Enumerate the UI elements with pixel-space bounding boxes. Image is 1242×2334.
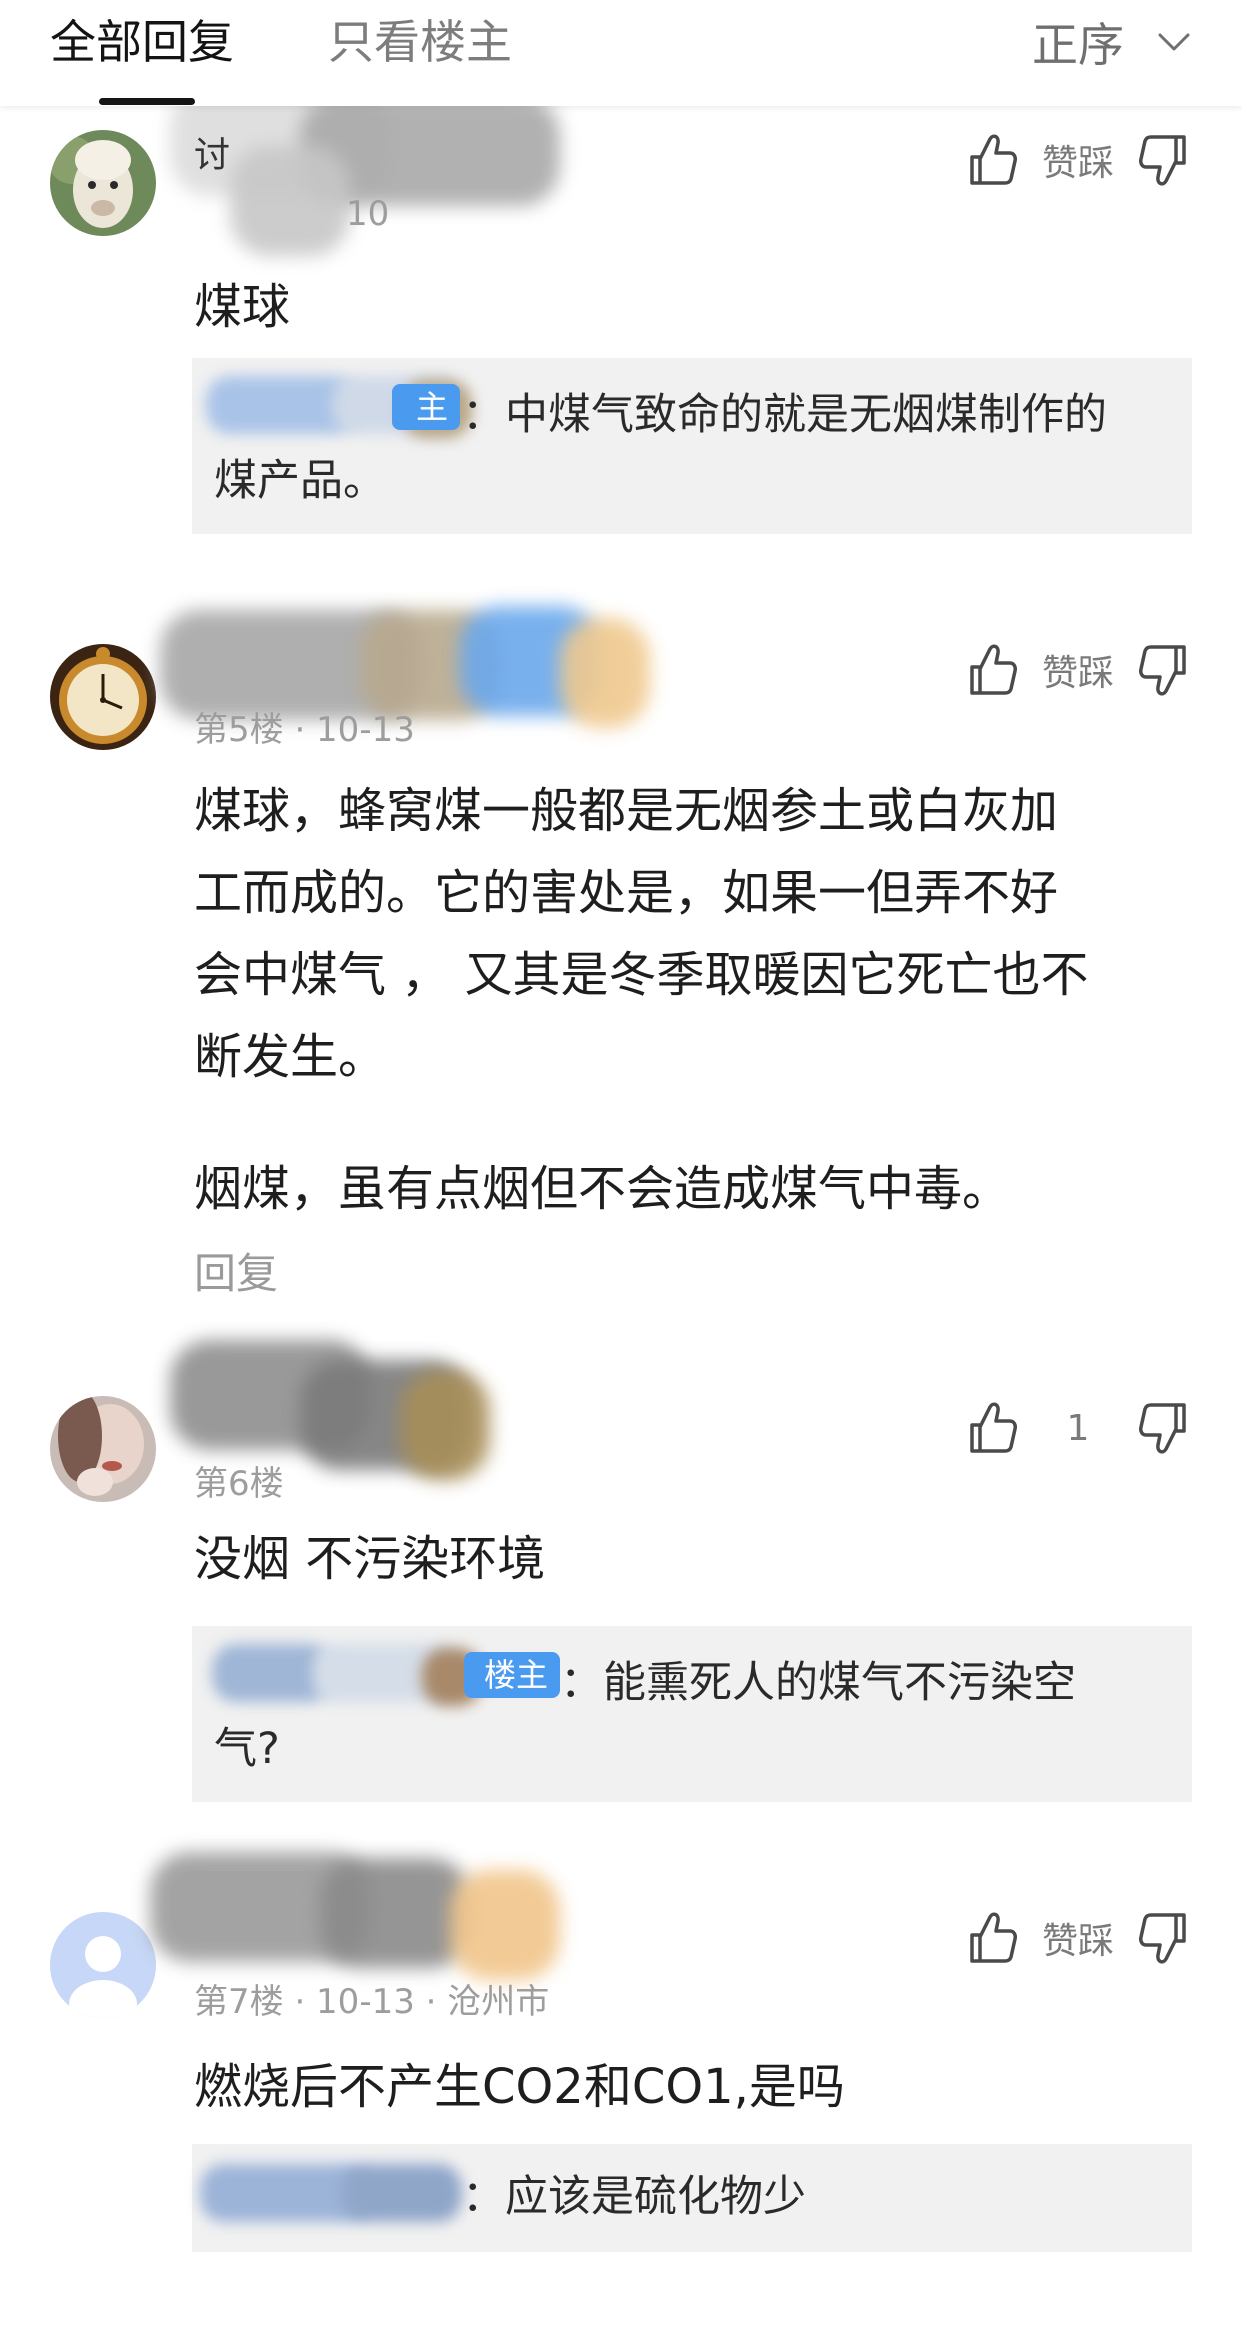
- redacted-name: [230, 146, 350, 256]
- reply-content: 煤球: [194, 279, 291, 335]
- reply-content: 燃烧后不产生CO2和CO1,是吗: [194, 2059, 845, 2115]
- pocket-watch-avatar-icon: [50, 644, 156, 750]
- quoted-reply[interactable]: 主 ：中煤气致命的就是无烟煤制作的煤产品。: [192, 358, 1192, 534]
- sort-order-selector[interactable]: 正序: [1032, 14, 1194, 72]
- user-name-fragment: 讨: [194, 135, 231, 176]
- active-tab-indicator: [99, 98, 195, 105]
- post-meta: 第6楼: [194, 1464, 284, 1504]
- tab-owner-only[interactable]: 只看楼主: [328, 14, 512, 70]
- vote-actions: 赞踩: [966, 640, 1190, 700]
- quoted-text: ：能熏死人的煤气不污染空气?: [214, 1658, 1076, 1774]
- reply-page: { "tabs": { "all": "全部回复", "owner_only":…: [0, 0, 1242, 2334]
- thumbs-up-icon[interactable]: [966, 131, 1018, 189]
- quoted-text: ：应该是硫化物少: [462, 2172, 806, 2222]
- redacted-name: [320, 1858, 470, 1968]
- post-meta: 第7楼 · 10-13 · 沧州市: [194, 1982, 550, 2022]
- thumbs-down-icon[interactable]: [1138, 131, 1190, 189]
- reply-post: 第5楼 · 10-13 赞踩 煤球，蜂窝煤一般都是无烟参土或白灰加 工而成的。它…: [0, 600, 1242, 1320]
- vote-actions: 赞踩: [966, 1908, 1190, 1968]
- thumbs-down-icon[interactable]: [1138, 1909, 1190, 1967]
- quoted-reply[interactable]: 楼主 ：能熏死人的煤气不污染空气?: [192, 1626, 1192, 1802]
- avatar[interactable]: [50, 1912, 156, 2018]
- vote-label: 赞踩: [1041, 653, 1114, 694]
- redacted-name: [450, 1870, 560, 1980]
- like-count: 1: [1066, 1407, 1090, 1449]
- quoted-reply[interactable]: ：应该是硫化物少: [192, 2144, 1192, 2252]
- post-meta: 10: [346, 194, 390, 234]
- tab-all-replies[interactable]: 全部回复: [50, 14, 234, 70]
- quoted-text: ：中煤气致命的就是无烟煤制作的煤产品。: [214, 390, 1107, 506]
- avatar[interactable]: [50, 1396, 156, 1502]
- avatar[interactable]: [50, 130, 156, 236]
- post-meta: 第5楼 · 10-13: [194, 710, 415, 750]
- thumbs-up-icon[interactable]: [966, 641, 1018, 699]
- chevron-down-icon: [1158, 33, 1190, 51]
- reply-content: 煤球，蜂窝煤一般都是无烟参土或白灰加 工而成的。它的害处是，如果一但弄不好 会中…: [194, 783, 1089, 1085]
- portrait-avatar-icon: [50, 1396, 156, 1502]
- redacted-name: [560, 618, 650, 728]
- thumbs-down-icon[interactable]: [1138, 1399, 1190, 1457]
- reply-content: 没烟 不污染环境: [194, 1531, 546, 1587]
- alpaca-avatar-icon: [50, 130, 156, 236]
- reply-content-paragraph: 烟煤，虽有点烟但不会造成煤气中毒。: [194, 1161, 1011, 1217]
- vote-actions: 1: [966, 1398, 1190, 1458]
- reply-post: 讨 10 赞踩 煤球 主 ：中煤气致命的就是无烟煤制作的煤产品。: [0, 86, 1242, 576]
- redacted-name: [400, 1370, 490, 1480]
- vote-label: 赞踩: [1041, 143, 1114, 184]
- vote-label: 赞踩: [1041, 1921, 1114, 1962]
- reply-post: 第7楼 · 10-13 · 沧州市 赞踩 燃烧后不产生CO2和CO1,是吗 ：应…: [0, 1852, 1242, 2334]
- thumbs-up-icon[interactable]: [966, 1399, 1018, 1457]
- reply-post: 第6楼 1 没烟 不污染环境 楼主 ：能熏死人的煤气不污染空气?: [0, 1340, 1242, 1850]
- sort-label: 正序: [1032, 18, 1124, 72]
- vote-actions: 赞踩: [966, 130, 1190, 190]
- avatar[interactable]: [50, 644, 156, 750]
- thumbs-down-icon[interactable]: [1138, 641, 1190, 699]
- reply-link[interactable]: 回复: [194, 1240, 278, 1301]
- thumbs-up-icon[interactable]: [966, 1909, 1018, 1967]
- tab-bar: 全部回复 只看楼主 正序: [0, 0, 1242, 106]
- default-user-avatar-icon: [50, 1912, 156, 2018]
